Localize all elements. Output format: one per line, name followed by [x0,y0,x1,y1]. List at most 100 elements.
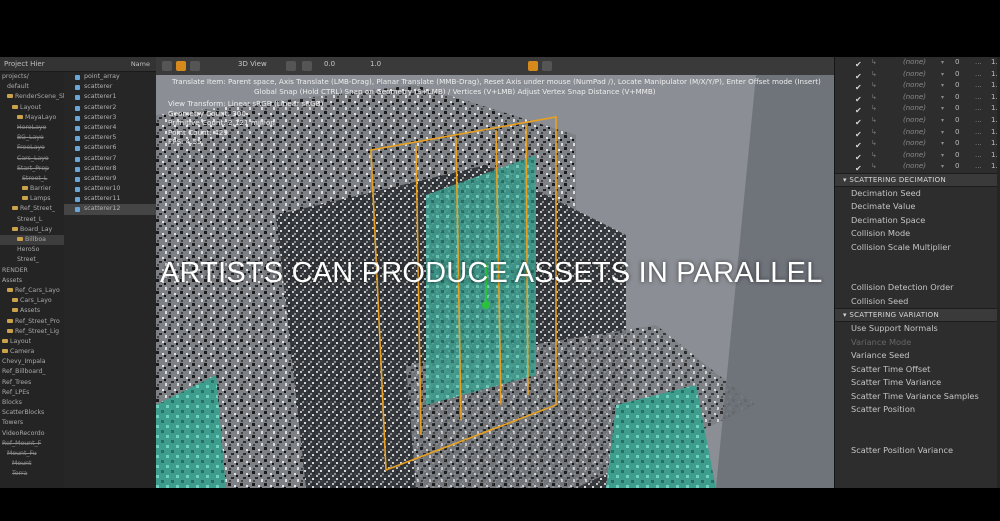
scatterer-item[interactable]: point_array [64,72,156,82]
outliner-item-label: Board_Lay [20,225,53,233]
scatterer-item[interactable]: scatterer9 [64,174,156,184]
outliner-item[interactable]: Lamps [0,194,64,204]
arrow-icon: ↳ [871,92,877,101]
dropdown-icon[interactable]: ▾ [941,115,944,127]
scatterer-item[interactable]: scatterer6 [64,143,156,153]
outliner-item-label: Barrier [30,185,52,193]
outliner-item[interactable]: ScatterBlocks [0,408,64,418]
outliner-item[interactable]: Street_ [0,255,64,265]
display-icon[interactable] [302,61,312,71]
toolbar-value-a[interactable]: 0.0 [324,60,335,68]
outliner-item[interactable]: MayaLayo [0,113,64,123]
outliner-item[interactable]: Layout [0,337,64,347]
dropdown-icon[interactable]: ▾ [941,80,944,92]
layer-row[interactable]: ✔↳(none)▾0...1.0 [835,103,1000,115]
outliner-item[interactable]: default [0,82,64,92]
outliner-item[interactable]: Ref_Cars_Layo [0,286,64,296]
outliner-item[interactable]: FreeLayo [0,143,64,153]
outliner-item[interactable]: Blocks [0,398,64,408]
outliner-item[interactable]: Board_Lay [0,225,64,235]
outliner-item-label: Lamps [30,195,51,203]
outliner-item-label: Ref_Mount_F [2,439,42,447]
outliner-item[interactable]: Barrier [0,184,64,194]
outliner-item[interactable]: Ref_Mount_F [0,439,64,449]
outliner-item[interactable]: Assets [0,306,64,316]
dropdown-icon[interactable]: ▾ [941,92,944,104]
outliner-item[interactable]: RenderScene_Sho [0,92,64,102]
scatterer-item[interactable]: scatterer11 [64,194,156,204]
outliner-item[interactable]: Terra [0,469,64,479]
viewport-menu-icon[interactable] [162,61,172,71]
dropdown-icon[interactable]: ▾ [941,150,944,162]
scatterer-item[interactable]: scatterer3 [64,113,156,123]
layer-row[interactable]: ✔↳(none)▾0...1.0 [835,161,1000,173]
outliner-item[interactable]: Camera [0,347,64,357]
outliner-item[interactable]: projects/ [0,72,64,82]
outliner-item[interactable]: HeroSo [0,245,64,255]
outliner-item[interactable]: Cars_Layo [0,154,64,164]
outliner-item[interactable]: Ref_Street_Lig [0,327,64,337]
dropdown-icon[interactable]: ▾ [941,57,944,69]
outliner-item[interactable]: Mount_Fu [0,449,64,459]
outliner-item[interactable]: Ref_Trees [0,378,64,388]
scatterer-item[interactable]: scatterer10 [64,184,156,194]
dropdown-icon[interactable]: ▾ [941,127,944,139]
layer-row[interactable]: ✔↳(none)▾0...1.0 [835,115,1000,127]
layer-list: ✔↳(none)▾0...1.0✔↳(none)▾0...1.0✔↳(none)… [835,57,1000,173]
outliner-item[interactable]: Street_L [0,215,64,225]
property-label: Use Support Normals [851,323,938,334]
layer-row[interactable]: ✔↳(none)▾0...1.0 [835,92,1000,104]
snap-icon[interactable] [176,61,186,71]
layer-row[interactable]: ✔↳(none)▾0...1.0 [835,150,1000,162]
grid-icon[interactable] [542,61,552,71]
outliner-item-label: RenderScene_Sho [15,93,64,101]
outliner-item[interactable]: Ref_Billboard_ [0,367,64,377]
outliner-item[interactable]: Street_L [0,174,64,184]
layer-row[interactable]: ✔↳(none)▾0...1.0 [835,69,1000,81]
outliner-item[interactable]: Towers [0,418,64,428]
folder-icon [7,287,13,292]
section-header[interactable]: ▾ SCATTERING DECIMATION [835,172,1000,187]
layer-row[interactable]: ✔↳(none)▾0...1.0 [835,57,1000,69]
folder-icon [2,338,8,343]
scatterer-item[interactable]: scatterer12 [64,204,156,215]
section-header[interactable]: ▾ SCATTERING VARIATION [835,308,1000,323]
layer-row[interactable]: ✔↳(none)▾0...1.0 [835,127,1000,139]
outliner-item[interactable]: Ref_Street_ [0,204,64,214]
outliner-item[interactable]: Billboa [0,235,64,246]
outliner-item[interactable]: Ref_Street_Pro [0,317,64,327]
outliner-item[interactable]: HeroLayo [0,123,64,133]
dropdown-icon[interactable]: ▾ [941,69,944,81]
layer-row[interactable]: ✔↳(none)▾0...1.0 [835,138,1000,150]
scatterer-item[interactable]: scatterer1 [64,92,156,102]
transform-icon[interactable] [528,61,538,71]
toolbar-value-b[interactable]: 1.0 [370,60,381,68]
outliner-item[interactable]: Ref_LPEs [0,388,64,398]
outliner-item[interactable]: Assets [0,276,64,286]
outliner-item[interactable]: Layout [0,103,64,113]
view-mode-label[interactable]: 3D View [238,60,267,68]
camera-icon[interactable] [190,61,200,71]
tool-hint-line-1: Translate Item: Parent space, Axis Trans… [172,77,821,86]
dropdown-icon[interactable]: ▾ [941,138,944,150]
outliner-item[interactable]: VideoRecordo [0,429,64,439]
scatterer-item[interactable]: scatterer2 [64,103,156,113]
outliner-item[interactable]: BG_Layo [0,133,64,143]
outliner-item[interactable]: Chevy_Impala [0,357,64,367]
scatterer-item[interactable]: scatterer8 [64,164,156,174]
dropdown-icon[interactable]: ▾ [941,103,944,115]
checkbox-icon[interactable]: ✔ [855,163,862,175]
outliner-item[interactable]: Start_Prep [0,164,64,174]
scatterer-item[interactable]: scatterer4 [64,123,156,133]
layer-row[interactable]: ✔↳(none)▾0...1.0 [835,80,1000,92]
scatterer-item[interactable]: scatterer5 [64,133,156,143]
outliner-item[interactable]: Mount [0,459,64,469]
outliner-item[interactable]: RENDER [0,266,64,276]
scatterer-item[interactable]: scatterer [64,82,156,92]
outliner-item[interactable]: Cars_Layo [0,296,64,306]
scatterer-item[interactable]: scatterer7 [64,154,156,164]
dropdown-icon[interactable]: ▾ [941,161,944,173]
name-column-header[interactable]: Name [131,57,150,71]
shading-icon[interactable] [286,61,296,71]
outliner-item-label: projects/ [2,73,29,80]
